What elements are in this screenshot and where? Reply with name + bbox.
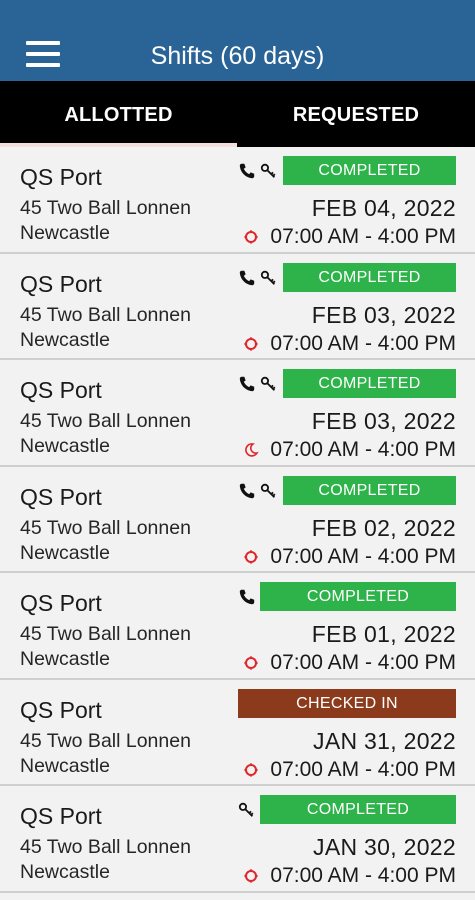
status-badge: COMPLETED (283, 156, 456, 185)
circle-icon (244, 336, 258, 351)
shift-row[interactable]: QS Port 45 Two Ball Lonnen Newcastle COM… (0, 573, 475, 680)
circle-icon (244, 762, 258, 777)
shift-row[interactable]: QS Port 45 Two Ball Lonnen Newcastle COM… (0, 786, 475, 893)
shift-row[interactable]: QS Port 45 Two Ball Lonnen Newcastle CHE… (0, 679, 475, 786)
shift-row[interactable]: QS Port 45 Two Ball Lonnen Newcastle COM… (0, 147, 475, 254)
shift-date: JAN 30, 2022 (313, 834, 456, 860)
site-name: QS Port (20, 696, 102, 723)
tab-requested[interactable]: REQUESTED (237, 81, 475, 147)
status-badge: COMPLETED (260, 795, 456, 824)
address-line-2: Newcastle (20, 648, 110, 670)
shift-row[interactable]: QS Port 45 Two Ball Lonnen Newcastle COM… (0, 466, 475, 573)
address-line-1: 45 Two Ball Lonnen (20, 623, 191, 645)
phone-icon (239, 270, 255, 285)
status-badge: COMPLETED (283, 369, 456, 398)
tab-requested-label: REQUESTED (292, 104, 420, 126)
shift-time: 07:00 AM - 4:00 PM (270, 864, 456, 887)
status-badge: COMPLETED (283, 475, 456, 505)
address-line-1: 45 Two Ball Lonnen (20, 729, 191, 752)
address-line-2: Newcastle (20, 328, 110, 351)
phone-icon (239, 589, 255, 605)
shift-date: FEB 03, 2022 (311, 301, 456, 328)
site-name: QS Port (20, 483, 102, 510)
phone-icon (239, 163, 255, 179)
address-line-1: 45 Two Ball Lonnen (20, 410, 191, 432)
shift-time: 07:00 AM - 4:00 PM (270, 331, 456, 355)
address-line-2: Newcastle (20, 222, 110, 244)
circle-icon (244, 656, 258, 670)
site-name: QS Port (20, 164, 102, 190)
shift-time: 07:00 AM - 4:00 PM (270, 757, 456, 781)
key-icon (260, 270, 276, 285)
shift-time: 07:00 AM - 4:00 PM (270, 651, 456, 674)
status-badge: CHECKED IN (238, 688, 456, 718)
circle-icon (244, 869, 258, 883)
key-icon (260, 163, 276, 178)
key-icon (238, 802, 254, 817)
tab-allotted[interactable]: ALLOTTED (0, 81, 237, 147)
shift-date: FEB 01, 2022 (311, 621, 456, 647)
shift-date: JAN 31, 2022 (313, 727, 456, 754)
site-name: QS Port (20, 803, 102, 829)
shift-time: 07:00 AM - 4:00 PM (270, 544, 456, 568)
key-icon (260, 376, 276, 391)
phone-icon (239, 483, 255, 498)
site-name: QS Port (20, 377, 102, 403)
address-line-2: Newcastle (20, 754, 110, 777)
tab-allotted-label: ALLOTTED (64, 104, 173, 126)
circle-icon (244, 230, 258, 244)
shift-date: FEB 02, 2022 (311, 514, 456, 541)
site-name: QS Port (20, 590, 102, 616)
shift-time: 07:00 AM - 4:00 PM (270, 225, 456, 248)
address-line-1: 45 Two Ball Lonnen (20, 303, 191, 326)
address-line-2: Newcastle (20, 861, 110, 883)
address-line-1: 45 Two Ball Lonnen (20, 516, 191, 539)
address-line-1: 45 Two Ball Lonnen (20, 197, 191, 219)
moon-icon (245, 443, 259, 457)
shift-list[interactable]: QS Port 45 Two Ball Lonnen Newcastle COM… (0, 147, 475, 900)
status-badge: COMPLETED (283, 262, 456, 292)
phone-icon (239, 376, 255, 392)
shift-date: FEB 03, 2022 (311, 408, 456, 434)
address-line-2: Newcastle (20, 435, 110, 457)
site-name: QS Port (20, 270, 102, 297)
shift-row[interactable]: QS Port 45 Two Ball Lonnen Newcastle COM… (0, 360, 475, 467)
shift-row[interactable]: QS Port 45 Two Ball Lonnen Newcastle COM… (0, 253, 475, 360)
address-line-1: 45 Two Ball Lonnen (20, 836, 191, 858)
address-line-2: Newcastle (20, 541, 110, 564)
tab-bar: ALLOTTED REQUESTED (0, 81, 475, 147)
status-badge: COMPLETED (260, 582, 456, 611)
shift-date: FEB 04, 2022 (311, 195, 456, 221)
key-icon (260, 483, 276, 498)
page-title: Shifts (60 days) (150, 42, 325, 70)
circle-icon (244, 549, 258, 564)
app-bar: Shifts (60 days) (0, 0, 475, 81)
shift-time: 07:00 AM - 4:00 PM (270, 438, 456, 461)
